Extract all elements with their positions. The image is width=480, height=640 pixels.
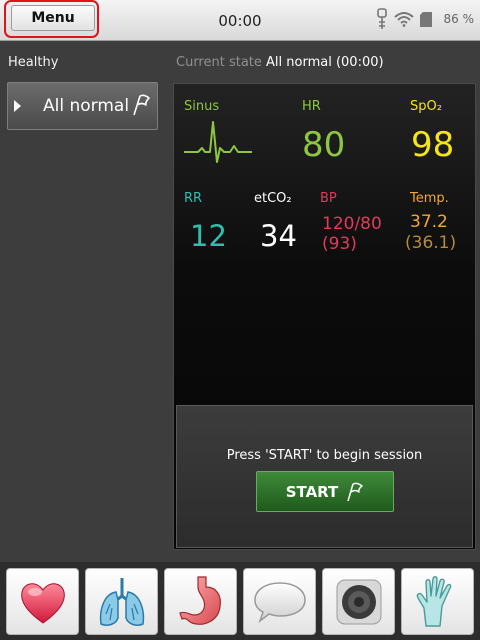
lungs-button[interactable] [85, 568, 158, 635]
glove-icon [416, 575, 451, 627]
spo2-label: SpO₂ [410, 99, 442, 114]
menu-highlight-outline [4, 0, 99, 38]
etco2-label: etCO₂ [254, 191, 292, 206]
temp-label: Temp. [410, 191, 449, 206]
speaker-icon [336, 579, 381, 624]
expand-arrow-icon [14, 100, 21, 112]
etco2-value: 34 [260, 219, 297, 253]
speaker-button[interactable] [322, 568, 395, 635]
current-state-value: All normal (00:00) [266, 55, 384, 70]
hr-label: HR [302, 99, 321, 114]
current-state-line: Current state All normal (00:00) [176, 55, 384, 70]
speech-button[interactable] [243, 568, 316, 635]
bp-label: BP [320, 191, 337, 206]
flag-icon [133, 94, 150, 116]
glove-button[interactable] [401, 568, 474, 635]
current-state-label: Current state [176, 55, 262, 70]
bottom-toolbar [0, 562, 480, 640]
bp-value: 120/80 [322, 214, 382, 234]
state-item-all-normal[interactable]: All normal [7, 82, 158, 130]
hr-value: 80 [302, 125, 346, 165]
flag-icon [347, 482, 364, 501]
heart-icon [20, 582, 65, 624]
session-clock: 00:00 [218, 12, 262, 30]
start-button-label: START [285, 482, 339, 501]
wifi-icon [393, 12, 414, 27]
ecg-waveform-icon [184, 121, 252, 163]
spo2-value: 98 [411, 125, 455, 165]
temp-value: 37.2 [410, 212, 448, 232]
lungs-icon [99, 577, 144, 626]
state-item-label: All normal [43, 96, 130, 116]
speech-bubble-icon [253, 581, 306, 623]
rr-label: RR [184, 191, 203, 206]
heart-button[interactable] [6, 568, 79, 635]
rr-value: 12 [190, 219, 227, 253]
sinus-label: Sinus [184, 99, 220, 114]
start-button[interactable]: START [256, 471, 394, 512]
stomach-icon [178, 575, 221, 625]
bp-mean-value: (93) [322, 234, 357, 254]
top-bar: Menu 00:00 86 % [0, 0, 480, 41]
start-instruction: Press 'START' to begin session [226, 448, 423, 463]
sd-card-icon [419, 11, 432, 27]
temp-secondary-value: (36.1) [405, 233, 457, 253]
start-panel: Press 'START' to begin session START [176, 405, 473, 548]
scenario-group-heading: Healthy [8, 55, 59, 70]
usb-debug-icon [376, 8, 387, 29]
stomach-button[interactable] [164, 568, 237, 635]
battery-level: 86 % [443, 12, 475, 26]
status-area: 86 % [375, 7, 475, 31]
